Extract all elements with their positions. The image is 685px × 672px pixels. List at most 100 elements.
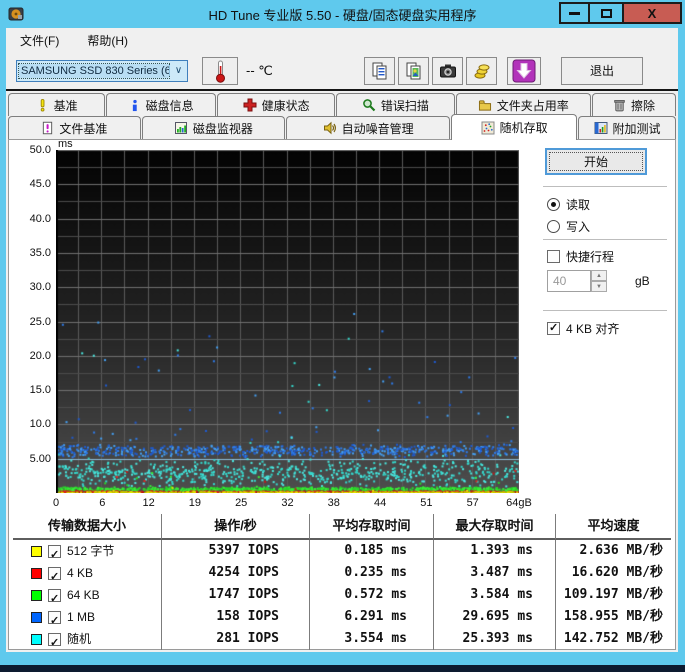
tab-disk-info[interactable]: 磁盘信息: [106, 93, 216, 116]
tab-health[interactable]: 健康状态: [217, 93, 335, 116]
table-cell: 25.393 ms: [433, 628, 555, 650]
access-time-scatter-chart: [56, 150, 519, 493]
col-header-max: 最大存取时间: [433, 514, 555, 540]
x-tick-label: 12: [142, 497, 154, 509]
extra-tests-icon: [594, 121, 608, 135]
y-tick-label: 30.0: [11, 281, 51, 293]
coins-icon: [472, 61, 492, 81]
tab-file-benchmark[interactable]: 文件基准: [8, 116, 141, 139]
menu-file[interactable]: 文件(F): [16, 30, 63, 51]
write-mode-option[interactable]: 写入: [547, 218, 590, 235]
title-bar[interactable]: HD Tune 专业版 5.50 - 硬盘/固态硬盘实用程序 X: [0, 0, 685, 28]
spinner-down-button[interactable]: ▼: [591, 281, 607, 292]
magnifier-icon: [362, 98, 376, 112]
series-visible-checkbox[interactable]: [48, 545, 61, 558]
copy-text-button[interactable]: [364, 57, 395, 85]
tab-error-scan[interactable]: 错误扫描: [336, 93, 454, 116]
short-stroke-checkbox[interactable]: [547, 250, 560, 263]
series-label: 512 字节: [67, 540, 114, 562]
series-color-swatch: [31, 546, 42, 557]
tab-folder-usage[interactable]: 文件夹占用率: [456, 93, 591, 116]
align-4kb-checkbox[interactable]: [547, 322, 560, 335]
series-label: 1 MB: [67, 606, 95, 628]
table-cell: 109.197 MB/秒: [555, 584, 671, 606]
thermometer-icon: [214, 59, 227, 83]
temperature-readout: -- ℃: [246, 63, 292, 79]
align-4kb-label: 4 KB 对齐: [566, 320, 619, 337]
download-arrow-icon: [512, 59, 536, 83]
x-tick-label: 0: [53, 497, 59, 509]
tab-disk-monitor[interactable]: 磁盘监视器: [142, 116, 285, 139]
table-cell: 3.584 ms: [433, 584, 555, 606]
table-row-legend: 随机: [13, 628, 161, 650]
tab-strip: 基准 磁盘信息 健康状态 错误扫描 文件夹占用率: [6, 91, 678, 139]
col-header-speed: 平均速度: [555, 514, 671, 540]
tab-erase[interactable]: 擦除: [592, 93, 676, 116]
desktop-edge: [0, 665, 685, 672]
x-tick-label: 44: [374, 497, 386, 509]
tab-extra-tests[interactable]: 附加测试: [578, 116, 676, 139]
purchase-button[interactable]: [466, 57, 497, 85]
align-4kb-option[interactable]: 4 KB 对齐: [547, 320, 619, 337]
x-tick-label: 32: [281, 497, 293, 509]
start-button[interactable]: 开始: [545, 148, 647, 175]
health-cross-icon: [243, 98, 257, 112]
short-stroke-option[interactable]: 快捷行程: [547, 248, 614, 265]
results-table: 传输数据大小 操作/秒 平均存取时间 最大存取时间 平均速度 512 字节 53…: [13, 514, 671, 650]
series-visible-checkbox[interactable]: [48, 567, 61, 580]
tab-random-access[interactable]: 随机存取: [451, 114, 577, 140]
tab-aam[interactable]: 自动噪音管理: [286, 116, 450, 139]
series-label: 4 KB: [67, 562, 93, 584]
y-tick-label: 25.0: [11, 316, 51, 328]
copy-image-button[interactable]: [398, 57, 429, 85]
random-access-icon: [481, 121, 495, 135]
toolbar: SAMSUNG SSD 830 Series (64 gB) ∨ -- ℃: [6, 52, 678, 89]
read-label: 读取: [566, 196, 590, 213]
table-cell: 4254 IOPS: [161, 562, 309, 584]
read-mode-option[interactable]: 读取: [547, 196, 590, 213]
tab-benchmark[interactable]: 基准: [8, 93, 105, 116]
series-label: 64 KB: [67, 584, 100, 606]
x-tick-label: 51: [420, 497, 432, 509]
short-stroke-size-input[interactable]: 40: [547, 270, 591, 292]
x-tick-label: 57: [467, 497, 479, 509]
maximize-icon: [601, 9, 612, 18]
table-row-legend: 4 KB: [13, 562, 161, 584]
y-tick-label: 40.0: [11, 213, 51, 225]
series-visible-checkbox[interactable]: [48, 611, 61, 624]
y-tick-label: 20.0: [11, 350, 51, 362]
maximize-button[interactable]: [588, 2, 624, 24]
chevron-down-icon[interactable]: ∨: [169, 65, 187, 76]
table-cell: 1747 IOPS: [161, 584, 309, 606]
screenshot-button[interactable]: [432, 57, 463, 85]
separator: [543, 186, 667, 187]
table-cell: 29.695 ms: [433, 606, 555, 628]
y-tick-label: 5.00: [11, 453, 51, 465]
menu-help[interactable]: 帮助(H): [83, 30, 132, 51]
temperature-button[interactable]: [202, 57, 238, 85]
series-visible-checkbox[interactable]: [48, 589, 61, 602]
speaker-icon: [323, 121, 337, 135]
read-radio[interactable]: [547, 198, 560, 211]
col-header-iops: 操作/秒: [161, 514, 309, 540]
table-cell: 1.393 ms: [433, 540, 555, 562]
series-visible-checkbox[interactable]: [48, 633, 61, 646]
exit-button[interactable]: 退出: [561, 57, 643, 85]
update-button[interactable]: [507, 57, 541, 85]
y-tick-label: 45.0: [11, 178, 51, 190]
y-tick-label: 15.0: [11, 384, 51, 396]
table-cell: 142.752 MB/秒: [555, 628, 671, 650]
write-radio[interactable]: [547, 220, 560, 233]
y-tick-label: 50.0: [11, 144, 51, 156]
minimize-button[interactable]: [559, 2, 590, 24]
disk-monitor-icon: [174, 121, 188, 135]
spinner-up-button[interactable]: ▲: [591, 270, 607, 281]
close-button[interactable]: X: [622, 2, 682, 24]
menu-bar: 文件(F) 帮助(H): [6, 28, 678, 52]
table-cell: 3.487 ms: [433, 562, 555, 584]
col-header-avg: 平均存取时间: [309, 514, 433, 540]
client-area: 文件(F) 帮助(H) SAMSUNG SSD 830 Series (64 g…: [6, 28, 678, 652]
table-row-legend: 64 KB: [13, 584, 161, 606]
app-window: HD Tune 专业版 5.50 - 硬盘/固态硬盘实用程序 X 文件(F) 帮…: [0, 0, 685, 672]
drive-select[interactable]: SAMSUNG SSD 830 Series (64 gB) ∨: [16, 60, 188, 82]
